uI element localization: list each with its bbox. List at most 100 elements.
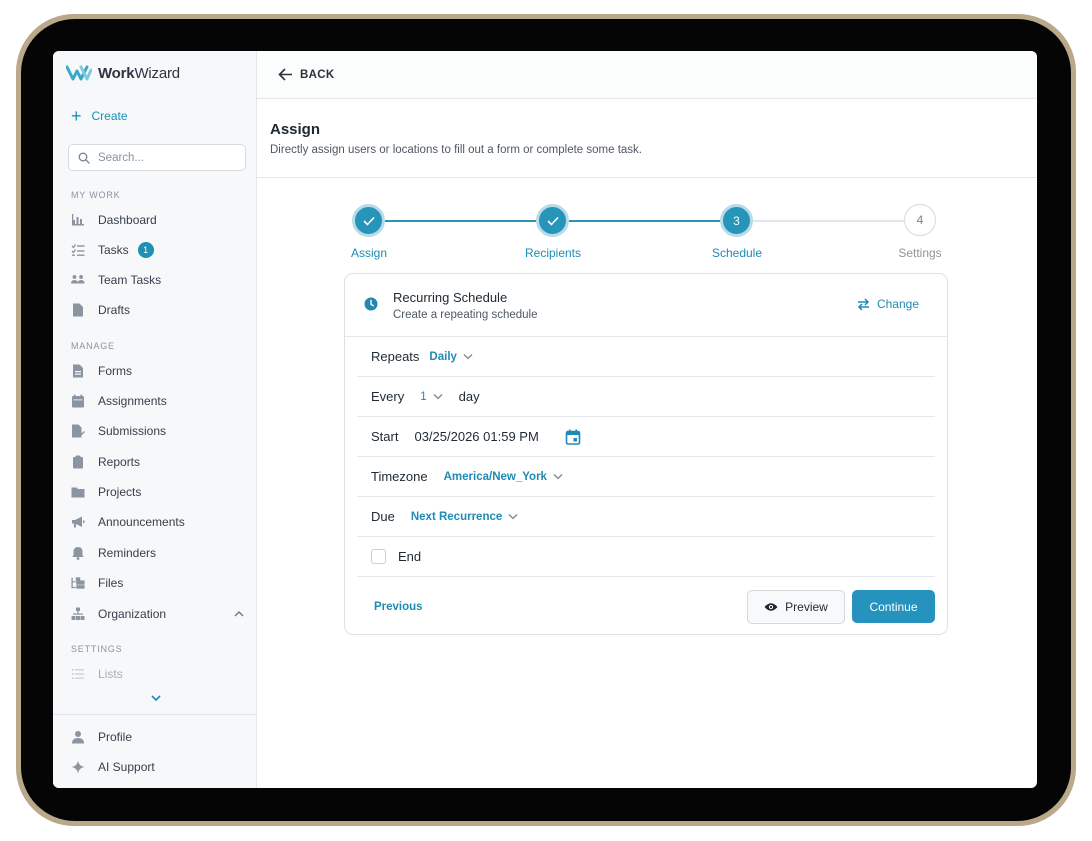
- sidebar-item-announcements[interactable]: Announcements: [70, 512, 245, 532]
- step-connector-done: [569, 220, 720, 222]
- calendar-icon: [70, 394, 85, 409]
- sidebar-item-label: Tasks: [98, 243, 129, 257]
- sidebar-item-lists[interactable]: Lists: [70, 664, 245, 684]
- progress-stepper: 3 4 Assign Recipients Schedule Settings: [350, 203, 952, 263]
- sidebar-item-files[interactable]: Files: [70, 573, 245, 593]
- preview-label: Preview: [785, 600, 828, 614]
- step-schedule[interactable]: 3: [720, 204, 753, 237]
- submission-icon: [70, 424, 85, 439]
- page-header: Assign Directly assign users or location…: [257, 99, 1037, 178]
- list-icon: [70, 667, 85, 682]
- step-connector-pending: [753, 220, 904, 222]
- back-button[interactable]: BACK: [278, 68, 334, 81]
- sidebar-item-label: Forms: [98, 364, 132, 378]
- step-assign[interactable]: [352, 204, 385, 237]
- sparkle-icon: [70, 760, 85, 775]
- app-window: WorkWizard + Create MY WORK Dashboard Ta…: [53, 51, 1037, 788]
- sidebar-item-dashboard[interactable]: Dashboard: [70, 210, 245, 230]
- create-button[interactable]: + Create: [71, 106, 128, 126]
- start-row: Start 03/25/2026 01:59 PM: [357, 417, 935, 457]
- logo-icon: [66, 65, 92, 81]
- section-label-settings: SETTINGS: [71, 644, 123, 654]
- sidebar-item-label: Announcements: [98, 515, 185, 529]
- bell-icon: [70, 546, 85, 561]
- every-value: 1: [420, 390, 427, 403]
- brand-name: WorkWizard: [98, 65, 180, 82]
- continue-button[interactable]: Continue: [852, 590, 935, 623]
- form-icon: [70, 364, 85, 379]
- chart-icon: [70, 213, 85, 228]
- timezone-value: America/New_York: [443, 470, 547, 483]
- change-schedule-button[interactable]: Change: [857, 297, 919, 311]
- eye-icon: [764, 603, 778, 611]
- sidebar-item-drafts[interactable]: Drafts: [70, 300, 245, 320]
- plus-icon: +: [71, 106, 82, 126]
- sidebar-item-organization[interactable]: Organization: [70, 604, 245, 624]
- megaphone-icon: [70, 515, 85, 530]
- sidebar-item-label: Team Tasks: [98, 273, 162, 287]
- step-number: 4: [916, 213, 924, 227]
- sidebar-item-profile[interactable]: Profile: [70, 727, 245, 747]
- create-label: Create: [91, 109, 128, 123]
- check-icon: [362, 216, 375, 226]
- section-label-manage: MANAGE: [71, 341, 115, 351]
- page-title: Assign: [270, 121, 321, 138]
- sidebar-item-projects[interactable]: Projects: [70, 482, 245, 502]
- files-icon: [70, 576, 85, 591]
- sidebar-item-reports[interactable]: Reports: [70, 452, 245, 472]
- schedule-type-title: Recurring Schedule: [393, 290, 508, 305]
- chevron-up-icon[interactable]: [233, 608, 245, 620]
- chevron-down-icon[interactable]: [149, 693, 163, 703]
- due-dropdown[interactable]: Next Recurrence: [411, 511, 518, 523]
- repeats-value: Daily: [429, 350, 457, 363]
- step-label-assign: Assign: [350, 246, 388, 260]
- step-recipients[interactable]: [536, 204, 569, 237]
- sidebar-item-ai-support[interactable]: AI Support: [70, 757, 245, 777]
- org-icon: [70, 607, 85, 622]
- checklist-icon: [70, 243, 85, 258]
- step-connector-done: [385, 220, 536, 222]
- search-box[interactable]: [68, 144, 246, 171]
- sidebar-item-submissions[interactable]: Submissions: [70, 421, 245, 441]
- timezone-dropdown[interactable]: America/New_York: [444, 471, 563, 483]
- calendar-picker-icon[interactable]: [565, 429, 581, 445]
- sidebar-item-assignments[interactable]: Assignments: [70, 391, 245, 411]
- previous-button[interactable]: Previous: [374, 601, 423, 613]
- step-settings[interactable]: 4: [904, 204, 936, 236]
- sidebar-item-label: AI Support: [98, 760, 155, 774]
- folder-icon: [70, 485, 85, 500]
- sidebar-item-label: Projects: [98, 485, 142, 499]
- sidebar: WorkWizard + Create MY WORK Dashboard Ta…: [53, 51, 257, 788]
- top-bar: BACK: [257, 51, 1037, 99]
- check-icon: [546, 216, 559, 226]
- sidebar-item-label: Files: [98, 576, 124, 590]
- repeats-dropdown[interactable]: Daily: [429, 351, 473, 363]
- card-footer: Previous Preview Continue: [345, 579, 947, 635]
- step-label-settings: Settings: [898, 246, 942, 260]
- schedule-card: Recurring Schedule Create a repeating sc…: [344, 273, 948, 635]
- arrow-left-icon: [278, 68, 292, 81]
- sidebar-item-label: Dashboard: [98, 213, 157, 227]
- due-row: Due Next Recurrence: [357, 497, 935, 537]
- app-logo[interactable]: WorkWizard: [66, 64, 180, 82]
- due-value: Next Recurrence: [410, 510, 503, 523]
- sidebar-item-reminders[interactable]: Reminders: [70, 543, 245, 563]
- sidebar-item-label: Assignments: [98, 394, 167, 408]
- timezone-row: Timezone America/New_York: [357, 457, 935, 497]
- sidebar-item-label: Reports: [98, 455, 141, 469]
- step-number: 3: [733, 213, 740, 228]
- every-interval-dropdown[interactable]: 1: [420, 390, 443, 403]
- sidebar-item-team-tasks[interactable]: Team Tasks: [70, 270, 245, 290]
- preview-button[interactable]: Preview: [747, 590, 845, 624]
- schedule-card-header: Recurring Schedule Create a repeating sc…: [345, 274, 947, 337]
- end-checkbox[interactable]: [371, 549, 386, 564]
- sidebar-item-forms[interactable]: Forms: [70, 361, 245, 381]
- end-label: End: [398, 549, 422, 564]
- sidebar-item-label: Submissions: [98, 424, 167, 438]
- search-input[interactable]: [98, 151, 238, 164]
- repeats-label: Repeats: [371, 349, 420, 364]
- start-datetime-value[interactable]: 03/25/2026 01:59 PM: [414, 429, 538, 444]
- sidebar-item-tasks[interactable]: Tasks 1: [70, 240, 245, 260]
- chevron-down-icon: [433, 394, 443, 400]
- clock-icon: [364, 297, 378, 311]
